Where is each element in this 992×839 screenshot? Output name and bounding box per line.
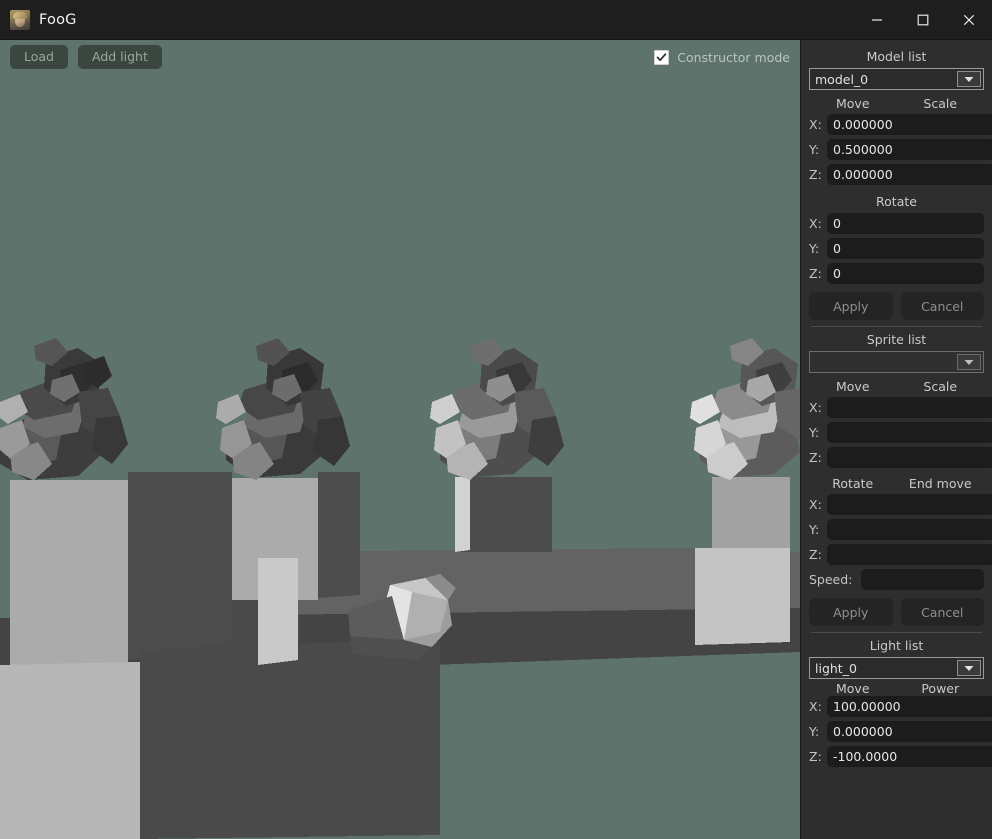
scene-render [0, 40, 800, 839]
window-controls [854, 0, 992, 39]
model-move-x-label: X: [809, 117, 822, 132]
sprite-y-row: Y: Y: [809, 422, 992, 443]
model-column-headers: Move Scale [809, 92, 984, 114]
model-move-y-input[interactable] [827, 139, 992, 160]
light-move-z-row: Z: [809, 746, 992, 767]
sprite-rotate-y-input[interactable] [827, 519, 992, 540]
model-rotate-x-row: X: [809, 213, 984, 234]
light-grid: X: Y: Z: Apply Cancel [809, 696, 992, 771]
model-move-x-input[interactable] [827, 114, 992, 135]
constructor-mode-label: Constructor mode [677, 49, 790, 65]
sprite-rotate-y-row: Y: Y: [809, 519, 992, 540]
sprite-scale-header: Scale [923, 379, 958, 394]
sprite-rotate-x-label: X: [809, 497, 822, 512]
light-move-header: Move [835, 681, 870, 696]
sprite-list-title: Sprite list [866, 332, 927, 347]
model-actions: Apply Cancel [809, 292, 984, 320]
main-body: Load Add light Constructor mode Model li… [0, 40, 992, 839]
model-list-selected: model_0 [815, 71, 869, 87]
light-move-y-input[interactable] [827, 721, 992, 742]
light-move-x-row: X: [809, 696, 992, 717]
model-move-z-input[interactable] [827, 164, 992, 185]
sprite-rotate-z-label: Z: [809, 547, 822, 562]
sprite-list-dropdown[interactable] [809, 351, 984, 373]
model-rotate-z-label: Z: [809, 266, 822, 281]
sprite-z-row: Z: Z: [809, 447, 992, 468]
sprite-x-row: X: X: [809, 397, 992, 418]
load-button[interactable]: Load [10, 45, 68, 69]
model-rotate-y-label: Y: [809, 241, 820, 256]
constructor-mode-toggle[interactable]: Constructor mode [654, 49, 790, 65]
minimize-icon[interactable] [854, 0, 900, 40]
sprite-move-header: Move [835, 379, 870, 394]
viewport-toolbar: Load Add light Constructor mode [0, 40, 800, 74]
model-rotate-x-label: X: [809, 216, 822, 231]
model-move-header: Move [835, 96, 870, 111]
light-power-header: Power [921, 681, 960, 696]
add-light-button[interactable]: Add light [78, 45, 162, 69]
model-rotate-z-input[interactable] [827, 263, 984, 284]
light-list-selected: light_0 [815, 660, 857, 676]
chevron-down-icon[interactable] [957, 660, 981, 676]
sprite-speed-input[interactable] [861, 569, 984, 590]
sprite-actions: Apply Cancel [809, 598, 984, 626]
sprite-speed-label: Speed: [809, 572, 853, 587]
maximize-icon[interactable] [900, 0, 946, 40]
model-rotate-y-input[interactable] [827, 238, 984, 259]
title-bar: FooG [0, 0, 992, 40]
sprite-move-z-input[interactable] [827, 447, 992, 468]
close-icon[interactable] [946, 0, 992, 40]
light-move-fields: X: Y: Z: [809, 696, 992, 771]
model-apply-button[interactable]: Apply [809, 292, 893, 320]
sprite-rotate-x-input[interactable] [827, 494, 992, 515]
model-move-y-label: Y: [809, 142, 820, 157]
light-column-headers: Move Power [809, 681, 984, 696]
model-z-row: Z: Z: [809, 164, 992, 185]
avatar-photo-icon [10, 9, 30, 30]
model-rotate-y-row: Y: [809, 238, 984, 259]
sprite-move-y-label: Y: [809, 425, 820, 440]
sprite-move-x-label: X: [809, 400, 822, 415]
sprite-rotate-y-label: Y: [809, 522, 820, 537]
model-list-title: Model list [866, 49, 927, 64]
light-list-title: Light list [869, 638, 924, 653]
sprite-rotate-x-row: X: X: [809, 494, 992, 515]
model-x-row: X: X: [809, 114, 992, 135]
sprite-rotate-endmove-headers: Rotate End move [809, 472, 984, 494]
model-y-row: Y: Y: [809, 139, 992, 160]
light-move-z-input[interactable] [827, 746, 992, 767]
sprite-cancel-button[interactable]: Cancel [900, 598, 984, 626]
sprite-apply-button[interactable]: Apply [809, 598, 893, 626]
light-list-dropdown[interactable]: light_0 [809, 657, 984, 679]
light-move-z-label: Z: [809, 749, 822, 764]
sprite-move-z-label: Z: [809, 450, 822, 465]
sprite-rotate-header: Rotate [832, 476, 874, 491]
viewport-3d[interactable]: Load Add light Constructor mode [0, 40, 800, 839]
sprite-move-x-input[interactable] [827, 397, 992, 418]
model-rotate-x-input[interactable] [827, 213, 984, 234]
light-move-y-label: Y: [809, 724, 820, 739]
sprite-endmove-header: End move [908, 476, 972, 491]
sprite-speed-row: Speed: [809, 569, 984, 590]
model-cancel-button[interactable]: Cancel [900, 292, 984, 320]
chevron-down-icon[interactable] [957, 71, 981, 87]
model-list-dropdown[interactable]: model_0 [809, 68, 984, 90]
window-title: FooG [39, 11, 77, 28]
sprite-rotate-z-input[interactable] [827, 544, 992, 565]
sprite-rotate-z-row: Z: Z: [809, 544, 992, 565]
properties-panel: Model list model_0 Move Scale X: X: [800, 40, 992, 839]
model-rotate-header: Rotate [876, 194, 917, 209]
model-scale-header: Scale [923, 96, 958, 111]
checkbox-checked-icon[interactable] [654, 49, 670, 65]
sprite-column-headers: Move Scale [809, 375, 984, 397]
application-window: FooG Load Add light Constructor mode Mod… [0, 0, 992, 839]
light-move-x-label: X: [809, 699, 822, 714]
chevron-down-icon[interactable] [957, 354, 981, 370]
light-move-y-row: Y: [809, 721, 992, 742]
model-rotate-z-row: Z: [809, 263, 984, 284]
sprite-move-y-input[interactable] [827, 422, 992, 443]
light-move-x-input[interactable] [827, 696, 992, 717]
model-move-z-label: Z: [809, 167, 822, 182]
